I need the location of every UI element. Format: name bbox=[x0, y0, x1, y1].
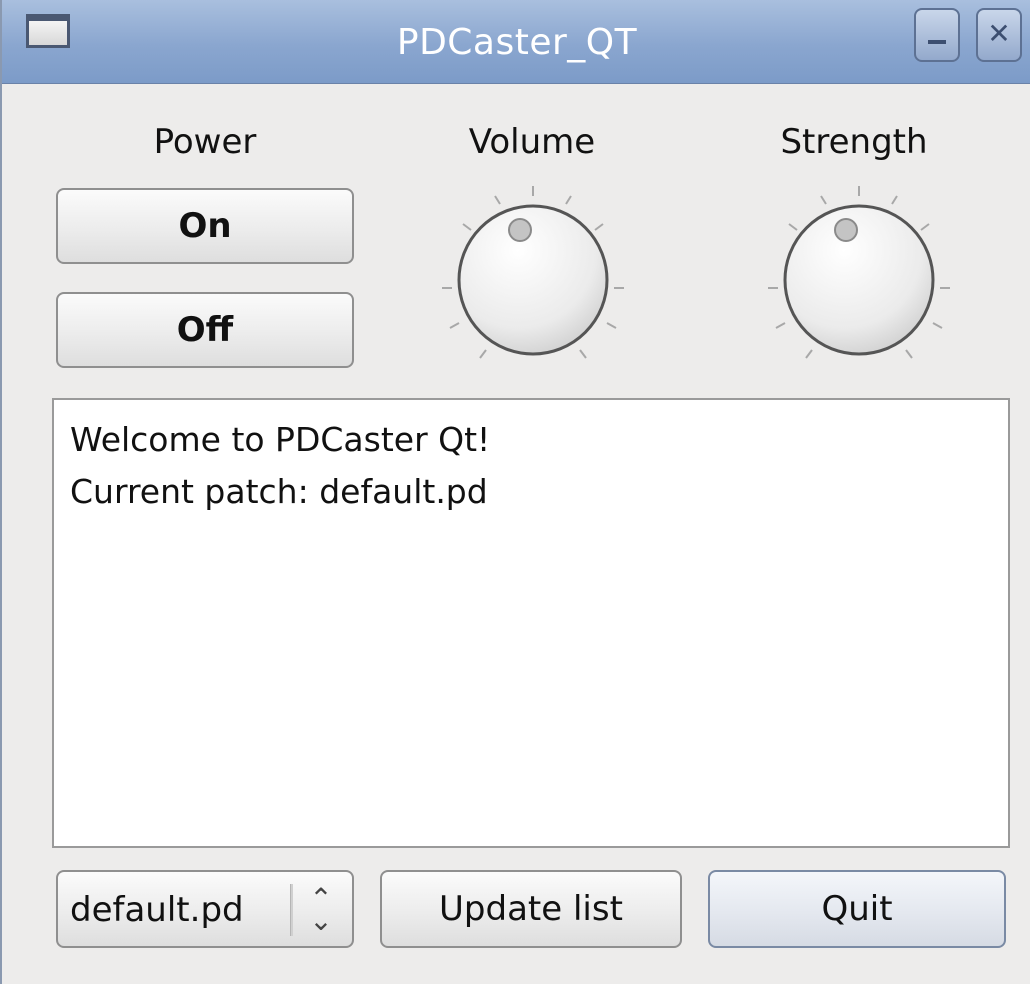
patch-select-value: default.pd bbox=[70, 890, 244, 930]
output-text-area[interactable]: Welcome to PDCaster Qt! Current patch: d… bbox=[52, 398, 1010, 848]
output-line-2: Current patch: default.pd bbox=[70, 472, 488, 511]
output-line-1: Welcome to PDCaster Qt! bbox=[70, 420, 491, 459]
power-off-button[interactable]: Off bbox=[56, 292, 354, 368]
patch-select[interactable]: default.pd ⌃ ⌄ bbox=[56, 870, 354, 948]
volume-dial[interactable] bbox=[428, 180, 638, 370]
minimize-button[interactable] bbox=[914, 8, 960, 62]
close-icon: ✕ bbox=[987, 17, 1011, 50]
minimize-icon bbox=[928, 40, 946, 44]
strength-dial[interactable] bbox=[754, 180, 964, 370]
power-label: Power bbox=[153, 122, 257, 162]
quit-button[interactable]: Quit bbox=[708, 870, 1006, 948]
volume-knob-indicator bbox=[508, 218, 532, 242]
strength-label: Strength bbox=[780, 122, 928, 162]
combo-separator bbox=[290, 884, 293, 936]
strength-knob[interactable] bbox=[783, 204, 935, 356]
power-on-button[interactable]: On bbox=[56, 188, 354, 264]
window-title: PDCaster_QT bbox=[396, 22, 638, 63]
update-list-button[interactable]: Update list bbox=[380, 870, 682, 948]
close-button[interactable]: ✕ bbox=[976, 8, 1022, 62]
volume-label: Volume bbox=[468, 122, 596, 162]
app-window: PDCaster_QT ✕ Power Volume Strength On O… bbox=[0, 0, 1030, 984]
volume-knob[interactable] bbox=[457, 204, 609, 356]
up-down-arrows-icon: ⌃ ⌄ bbox=[309, 882, 333, 937]
title-bar[interactable]: PDCaster_QT ✕ bbox=[2, 0, 1030, 84]
strength-knob-indicator bbox=[834, 218, 858, 242]
